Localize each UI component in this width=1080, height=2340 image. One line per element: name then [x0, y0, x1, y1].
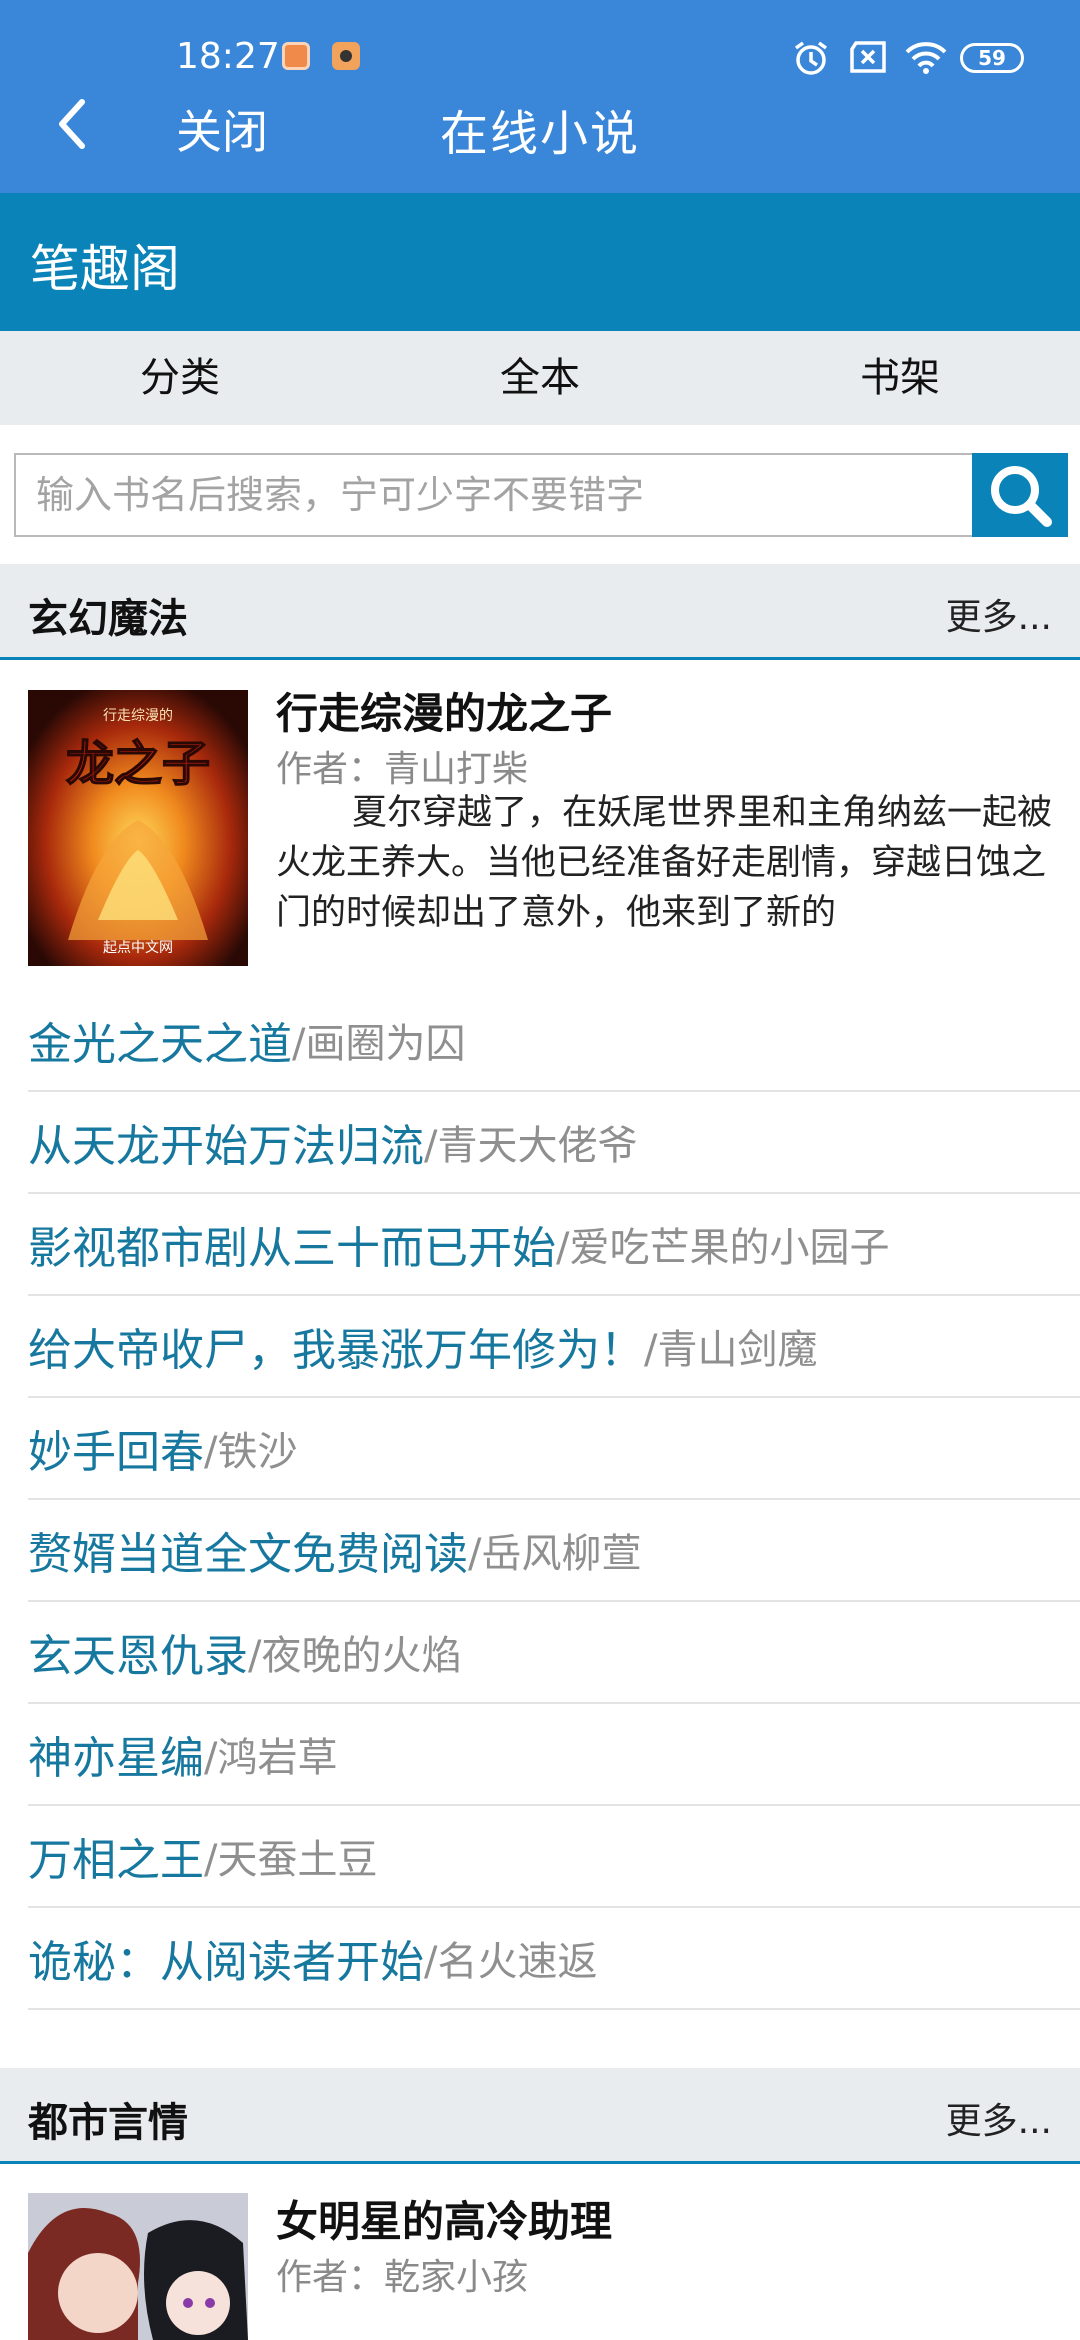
book-author: /名火速返 — [424, 1939, 598, 1985]
list-item[interactable]: 妙手回春/铁沙 — [28, 1398, 1080, 1500]
site-header: 笔趣阁 — [0, 193, 1080, 331]
book-link[interactable]: 妙手回春 — [28, 1416, 204, 1480]
sim-icon — [848, 40, 886, 76]
page-title: 在线小说 — [440, 106, 641, 162]
book-author: 作者：青山打柴 — [276, 749, 529, 790]
search-bar — [14, 453, 1068, 537]
book-cover[interactable]: 行走综漫的 龙之子 起点中文网 — [28, 690, 248, 966]
book-title[interactable]: 行走综漫的龙之子 — [276, 680, 612, 741]
notification-app-icon — [282, 42, 310, 70]
list-item[interactable]: 金光之天之道/画圈为囚 — [28, 990, 1080, 1092]
cover-small-text: 行走综漫的 — [103, 708, 173, 724]
status-time: 18:27 — [176, 36, 280, 77]
list-item[interactable]: 从天龙开始万法归流/青天大佬爷 — [28, 1092, 1080, 1194]
book-author: /爱吃芒果的小园子 — [556, 1225, 890, 1271]
search-input[interactable] — [14, 453, 972, 537]
list-item[interactable]: 影视都市剧从三十而已开始/爱吃芒果的小园子 — [28, 1194, 1080, 1296]
book-author: /画圈为囚 — [292, 1021, 466, 1067]
book-cover[interactable] — [28, 2193, 248, 2340]
book-link[interactable]: 金光之天之道 — [28, 1008, 292, 1072]
book-author: /鸿岩草 — [204, 1735, 338, 1781]
nav-item-category[interactable]: 分类 — [0, 331, 360, 425]
wifi-icon — [904, 40, 947, 76]
list-item[interactable]: 万相之王/天蚕土豆 — [28, 1806, 1080, 1908]
book-link[interactable]: 玄天恩仇录 — [28, 1620, 248, 1684]
book-author: /夜晚的火焰 — [248, 1633, 462, 1679]
cover-title: 龙之子 — [66, 736, 210, 792]
list-item[interactable]: 神亦星编/鸿岩草 — [28, 1704, 1080, 1806]
app-bar: 18:27 59 关闭 在线小说 — [0, 0, 1080, 193]
list-item[interactable]: 玄天恩仇录/夜晚的火焰 — [28, 1602, 1080, 1704]
list-item[interactable]: 赘婿当道全文免费阅读/岳风柳萱 — [28, 1500, 1080, 1602]
status-icons: 59 — [792, 38, 1024, 78]
section-header-fantasy: 玄幻魔法 更多... — [0, 564, 1080, 660]
back-arrow-icon[interactable] — [52, 96, 92, 152]
featured-book[interactable]: 行走综漫的 龙之子 起点中文网 行走综漫的龙之子 作者：青山打柴 夏尔穿越了，在… — [0, 660, 1080, 966]
site-name[interactable]: 笔趣阁 — [30, 229, 180, 301]
book-link[interactable]: 万相之王 — [28, 1824, 204, 1888]
list-item[interactable]: 给大帝收尸，我暴涨万年修为！/青山剑魔 — [28, 1296, 1080, 1398]
book-author: 作者：乾家小孩 — [276, 2257, 529, 2298]
search-button[interactable] — [972, 453, 1068, 537]
book-author: /天蚕土豆 — [204, 1837, 378, 1883]
search-icon — [991, 466, 1052, 527]
section-title: 都市言情 — [28, 2100, 188, 2146]
book-link[interactable]: 从天龙开始万法归流 — [28, 1110, 424, 1174]
book-link[interactable]: 影视都市剧从三十而已开始 — [28, 1212, 556, 1276]
cover-publisher: 起点中文网 — [103, 940, 173, 956]
nav-bar: 分类 全本 书架 — [0, 331, 1080, 425]
book-description: 夏尔穿越了，在妖尾世界里和主角纳兹一起被火龙王养大。当他已经准备好走剧情，穿越日… — [276, 793, 1053, 933]
section-title: 玄幻魔法 — [28, 596, 188, 642]
book-author: /青天大佬爷 — [424, 1123, 638, 1169]
notification-camera-icon — [332, 42, 360, 70]
book-list: 金光之天之道/画圈为囚 从天龙开始万法归流/青天大佬爷 影视都市剧从三十而已开始… — [0, 990, 1080, 2010]
book-author: /铁沙 — [204, 1429, 298, 1475]
alarm-icon — [792, 40, 830, 76]
book-link[interactable]: 给大帝收尸，我暴涨万年修为！ — [28, 1314, 644, 1378]
book-author: /青山剑魔 — [644, 1327, 818, 1373]
status-bar: 18:27 59 — [0, 28, 1080, 88]
battery-icon: 59 — [960, 43, 1024, 73]
section-header-urban-romance: 都市言情 更多... — [0, 2068, 1080, 2164]
nav-item-complete[interactable]: 全本 — [360, 331, 720, 425]
book-link[interactable]: 赘婿当道全文免费阅读 — [28, 1518, 468, 1582]
book-link[interactable]: 诡秘：从阅读者开始 — [28, 1926, 424, 1990]
book-title[interactable]: 女明星的高冷助理 — [276, 2188, 612, 2249]
close-button[interactable]: 关闭 — [176, 96, 268, 162]
book-author: /岳风柳萱 — [468, 1531, 642, 1577]
more-link[interactable]: 更多... — [946, 2092, 1052, 2144]
list-item[interactable]: 诡秘：从阅读者开始/名火速返 — [28, 1908, 1080, 2010]
book-link[interactable]: 神亦星编 — [28, 1722, 204, 1786]
nav-item-bookshelf[interactable]: 书架 — [720, 331, 1080, 425]
more-link[interactable]: 更多... — [946, 588, 1052, 640]
